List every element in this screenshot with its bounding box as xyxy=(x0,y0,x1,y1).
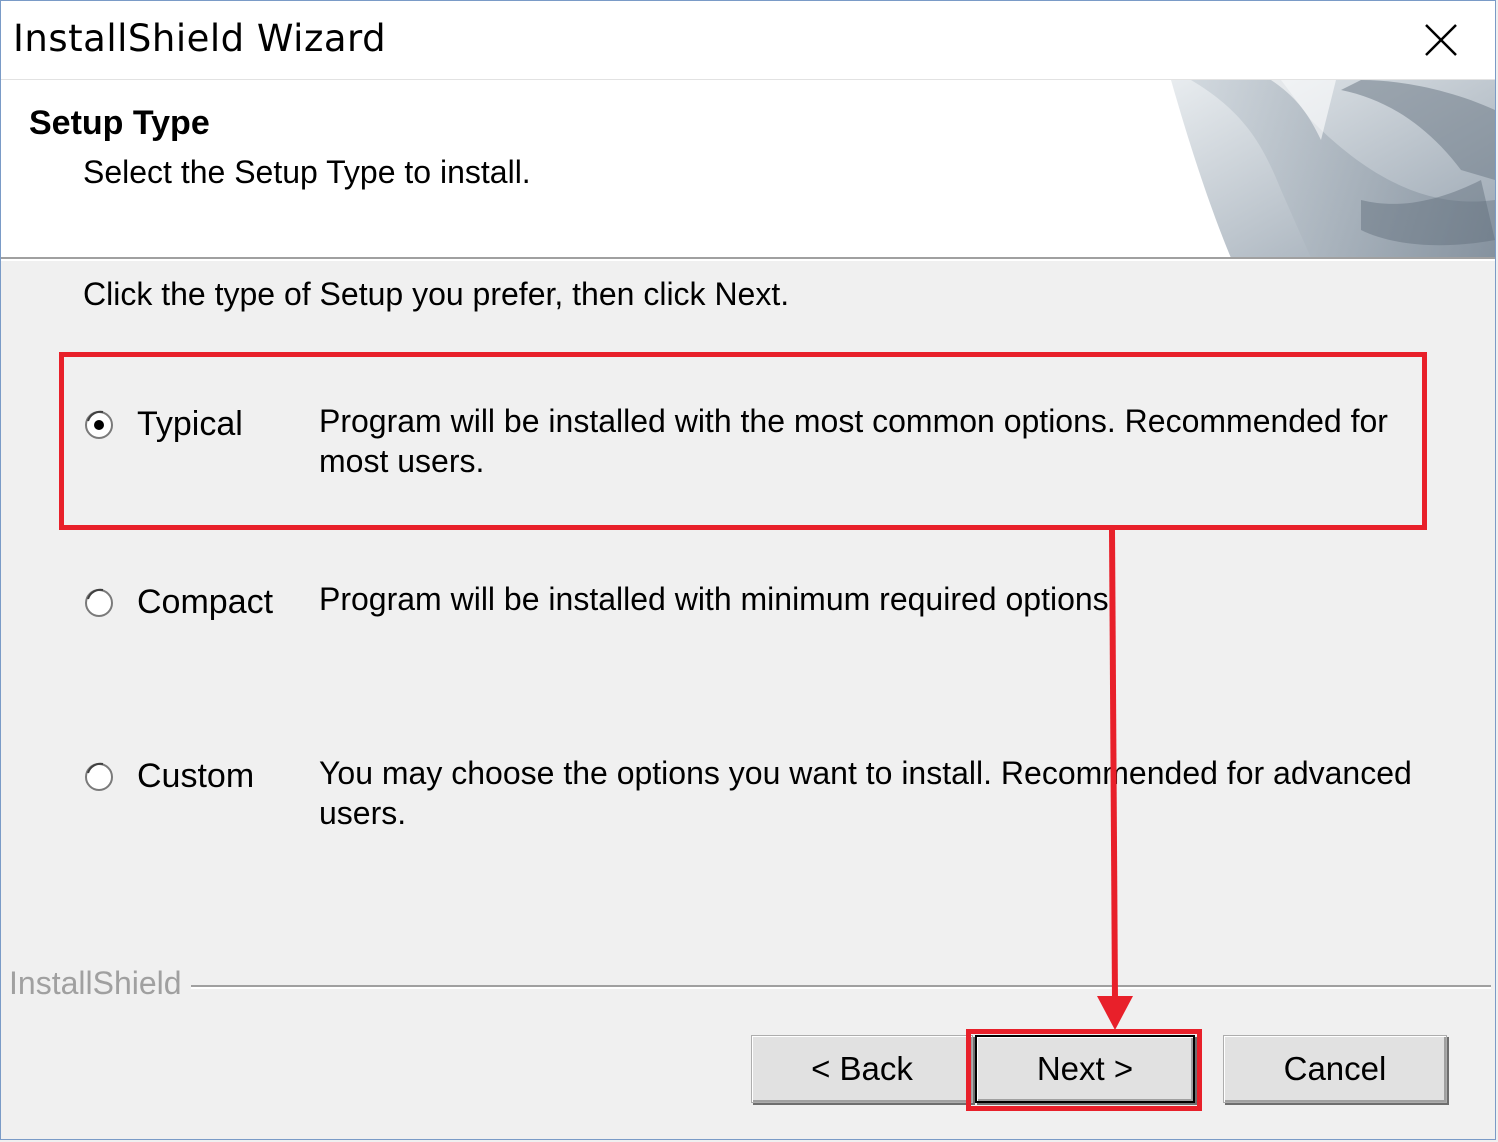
back-button[interactable]: < Back xyxy=(751,1035,973,1103)
next-button[interactable]: Next > xyxy=(975,1035,1195,1103)
radio-button-icon[interactable] xyxy=(83,587,115,619)
option-typical[interactable]: Typical Program will be installed with t… xyxy=(81,403,1441,485)
option-description: Program will be installed with the most … xyxy=(319,403,1388,479)
instruction-text: Click the type of Setup you prefer, then… xyxy=(83,276,790,312)
option-label: Compact xyxy=(137,583,274,621)
title-bar: InstallShield Wizard xyxy=(1,1,1495,79)
page-subtitle: Select the Setup Type to install. xyxy=(83,154,531,190)
radio-button-icon[interactable] xyxy=(83,761,115,793)
installer-window: InstallShield Wizard Setup Type Select t… xyxy=(0,0,1496,1140)
header-divider-highlight xyxy=(1,259,1495,261)
option-label: Custom xyxy=(137,757,255,795)
page-curl-art xyxy=(1171,80,1495,258)
wizard-header: Setup Type Select the Setup Type to inst… xyxy=(1,79,1495,258)
close-button[interactable] xyxy=(1401,9,1481,71)
page-title: Setup Type xyxy=(29,104,210,142)
footer-divider-highlight xyxy=(191,987,1491,989)
cancel-button[interactable]: Cancel xyxy=(1223,1035,1447,1103)
option-description: Program will be installed with minimum r… xyxy=(319,581,1118,617)
radio-button-icon[interactable] xyxy=(83,409,115,441)
option-label: Typical xyxy=(137,405,243,443)
installshield-brand: InstallShield xyxy=(9,965,182,1001)
option-description: You may choose the options you want to i… xyxy=(319,755,1412,831)
close-icon xyxy=(1425,24,1457,56)
window-title: InstallShield Wizard xyxy=(13,17,387,60)
option-compact[interactable]: Compact Program will be installed with m… xyxy=(81,581,1441,643)
option-custom[interactable]: Custom You may choose the options you wa… xyxy=(81,755,1441,837)
